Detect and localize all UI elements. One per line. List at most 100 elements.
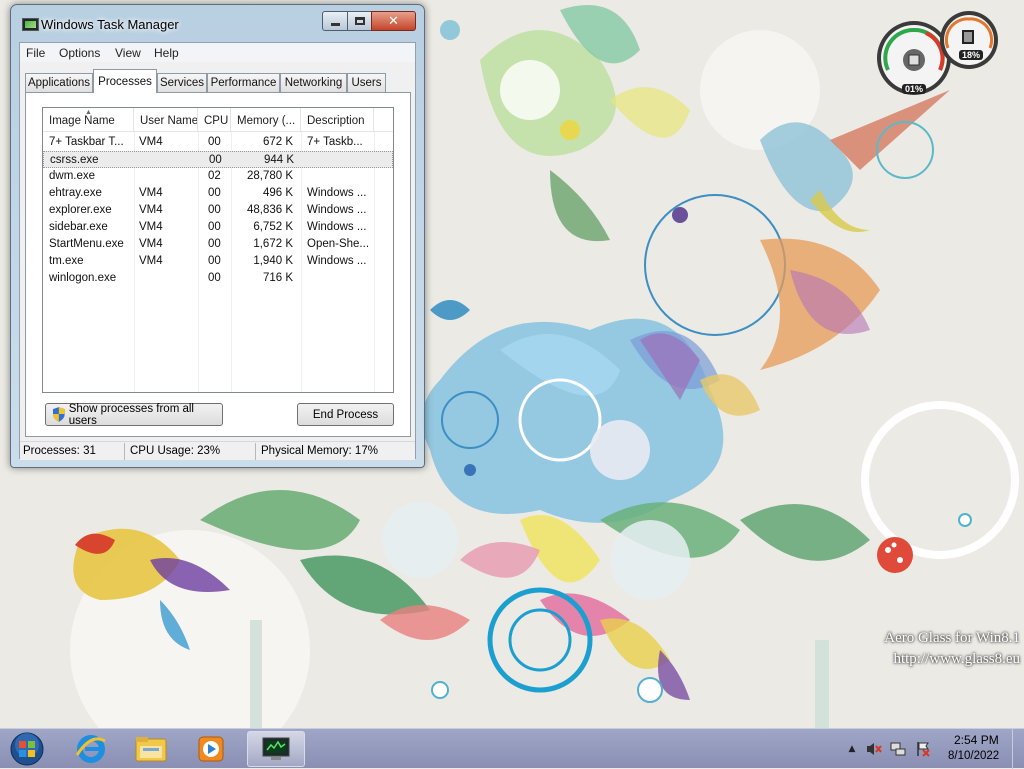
chevron-up-icon[interactable]: ▲ xyxy=(844,741,860,757)
taskbar-file-explorer[interactable] xyxy=(123,731,179,767)
table-row[interactable]: sidebar.exe VM4 00 6,752 K Windows ... xyxy=(43,219,393,236)
internet-explorer-icon xyxy=(75,735,106,763)
taskbar-task-manager[interactable] xyxy=(247,731,305,767)
process-cpu: 00 xyxy=(208,136,221,148)
process-description: Windows ... xyxy=(307,255,367,267)
memory-usage-readout: 18% xyxy=(959,50,984,60)
process-description: Windows ... xyxy=(307,187,367,199)
process-memory: 48,836 K xyxy=(246,204,293,216)
process-name: dwm.exe xyxy=(49,170,96,182)
column-header-memory[interactable]: Memory (... xyxy=(231,108,301,132)
process-list[interactable]: ▲ Image Name User Name CPU Memory (... D… xyxy=(42,107,394,393)
maximize-icon xyxy=(354,17,365,25)
show-all-processes-button[interactable]: Show processes from all users xyxy=(45,402,223,427)
process-cpu: 00 xyxy=(209,154,222,166)
column-header-user-name[interactable]: User Name xyxy=(134,108,198,132)
watermark-title: Aero Glass for Win8.1 xyxy=(884,630,1020,646)
notification-area: ▲ 2:54 PM 8/10/2022 xyxy=(840,729,1024,769)
clock-time[interactable]: 2:54 PM xyxy=(954,733,999,747)
process-user: VM4 xyxy=(139,255,163,267)
window-title: Windows Task Manager xyxy=(41,17,179,32)
table-row[interactable]: tm.exe VM4 00 1,940 K Windows ... xyxy=(43,253,393,270)
column-header-image-name[interactable]: ▲ Image Name xyxy=(43,108,134,132)
process-name: explorer.exe xyxy=(49,204,112,216)
status-bar: Processes: 31 CPU Usage: 23% Physical Me… xyxy=(20,441,415,460)
process-user: VM4 xyxy=(139,221,163,233)
table-row[interactable]: explorer.exe VM4 00 48,836 K Windows ... xyxy=(43,202,393,219)
status-cpu-usage: CPU Usage: 23% xyxy=(130,445,221,457)
process-cpu: 00 xyxy=(208,187,221,199)
process-memory: 28,780 K xyxy=(246,170,293,182)
tab-applications[interactable]: Applications xyxy=(25,73,93,92)
process-name: 7+ Taskbar T... xyxy=(49,136,124,148)
table-row[interactable]: 7+ Taskbar T... VM4 00 672 K 7+ Taskb... xyxy=(43,134,393,151)
task-manager-window[interactable]: Windows Task Manager ✕ File Options View… xyxy=(10,4,425,468)
process-description: Open-She... xyxy=(307,238,370,250)
process-cpu: 00 xyxy=(208,221,221,233)
clock-date[interactable]: 8/10/2022 xyxy=(948,750,999,762)
status-divider xyxy=(124,443,125,460)
minimize-button[interactable] xyxy=(322,11,348,31)
media-player-icon xyxy=(198,736,224,762)
task-manager-icon xyxy=(262,737,290,760)
table-row[interactable]: ehtray.exe VM4 00 496 K Windows ... xyxy=(43,185,393,202)
menu-file[interactable]: File xyxy=(26,46,45,60)
file-explorer-icon xyxy=(135,737,167,762)
minimize-icon xyxy=(330,22,340,26)
process-memory: 1,672 K xyxy=(253,238,293,250)
process-name: winlogon.exe xyxy=(49,272,117,284)
menu-help[interactable]: Help xyxy=(154,46,179,60)
status-divider xyxy=(255,443,256,460)
process-user: VM4 xyxy=(139,187,163,199)
tab-performance[interactable]: Performance xyxy=(207,73,280,92)
table-row[interactable]: csrss.exe 00 944 K xyxy=(43,151,393,168)
menu-view[interactable]: View xyxy=(115,46,141,60)
tab-services[interactable]: Services xyxy=(157,73,207,92)
table-row[interactable]: winlogon.exe 00 716 K xyxy=(43,270,393,287)
cpu-usage-readout: 01% xyxy=(902,84,927,94)
maximize-button[interactable] xyxy=(347,11,372,31)
window-client-area: File Options View Help Applications Proc… xyxy=(19,42,416,460)
cpu-meter-gadget[interactable]: 01% 18% xyxy=(874,8,1000,100)
speaker-muted-icon[interactable] xyxy=(866,741,882,757)
menu-options[interactable]: Options xyxy=(59,46,100,60)
process-name: StartMenu.exe xyxy=(49,238,124,250)
tab-networking[interactable]: Networking xyxy=(280,73,347,92)
process-cpu: 02 xyxy=(208,170,221,182)
uac-shield-icon xyxy=(52,407,65,422)
process-user: VM4 xyxy=(139,136,163,148)
show-desktop-button[interactable] xyxy=(1012,729,1024,769)
start-orb-icon xyxy=(10,732,44,766)
column-header-description[interactable]: Description xyxy=(301,108,374,132)
end-process-button[interactable]: End Process xyxy=(297,403,394,426)
show-all-processes-label: Show processes from all users xyxy=(68,402,194,427)
process-memory: 944 K xyxy=(263,154,294,166)
taskbar-internet-explorer[interactable] xyxy=(63,731,119,767)
tab-processes[interactable]: Processes xyxy=(93,69,157,93)
process-name: tm.exe xyxy=(49,255,84,267)
column-header-cpu[interactable]: CPU xyxy=(198,108,231,132)
process-cpu: 00 xyxy=(208,255,221,267)
process-description: 7+ Taskb... xyxy=(307,136,363,148)
process-name: csrss.exe xyxy=(50,154,99,166)
process-name: sidebar.exe xyxy=(49,221,108,233)
start-button[interactable] xyxy=(2,730,52,768)
tab-users[interactable]: Users xyxy=(347,73,386,92)
title-bar[interactable]: Windows Task Manager ✕ xyxy=(11,5,424,37)
table-row[interactable]: StartMenu.exe VM4 00 1,672 K Open-She... xyxy=(43,236,393,253)
process-memory: 496 K xyxy=(262,187,293,199)
process-cpu: 00 xyxy=(208,238,221,250)
action-center-flag-icon[interactable] xyxy=(915,741,931,757)
process-user: VM4 xyxy=(139,238,163,250)
process-list-header: ▲ Image Name User Name CPU Memory (... D… xyxy=(43,108,393,132)
menu-bar: File Options View Help xyxy=(20,43,415,62)
taskbar: ▲ 2:54 PM 8/10/2022 xyxy=(0,728,1024,769)
process-memory: 716 K xyxy=(262,272,293,284)
column-header-label: Image Name xyxy=(49,115,115,127)
close-button[interactable]: ✕ xyxy=(371,11,416,31)
process-name: ehtray.exe xyxy=(49,187,102,199)
network-icon[interactable] xyxy=(890,741,906,757)
process-cpu: 00 xyxy=(208,272,221,284)
table-row[interactable]: dwm.exe 02 28,780 K xyxy=(43,168,393,185)
taskbar-media-player[interactable] xyxy=(183,731,239,767)
